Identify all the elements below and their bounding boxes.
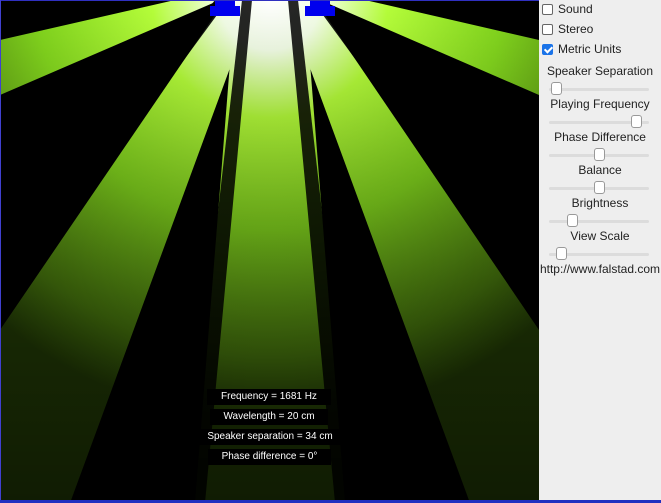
falstad-url-link[interactable]: http://www.falstad.com	[539, 262, 661, 276]
slider-track	[549, 220, 649, 223]
frequency-readout: Frequency = 1681 Hz	[207, 389, 331, 405]
slider-thumb[interactable]	[551, 82, 562, 95]
phase-difference-readout: Phase difference = 0°	[208, 449, 331, 465]
phase-difference-label: Phase Difference	[554, 130, 646, 144]
wavelength-readout: Wavelength = 20 cm	[210, 409, 328, 425]
stereo-checkbox[interactable]: Stereo	[542, 20, 593, 38]
left-speaker-icon[interactable]	[210, 0, 240, 16]
balance-slider[interactable]	[549, 180, 649, 196]
right-speaker-icon[interactable]	[305, 0, 335, 16]
canvas-border-top	[0, 0, 539, 1]
metric-units-checkbox[interactable]: Metric Units	[542, 40, 621, 58]
sound-checkbox[interactable]: Sound	[542, 0, 593, 18]
wave-field-canvas[interactable]: Frequency = 1681 Hz Wavelength = 20 cm S…	[0, 0, 539, 503]
slider-thumb[interactable]	[594, 148, 605, 161]
stereo-label: Stereo	[558, 22, 594, 36]
sound-label: Sound	[558, 2, 593, 16]
sound-checkbox-box[interactable]	[542, 3, 553, 15]
playing-frequency-slider[interactable]	[549, 114, 649, 130]
speaker-separation-label: Speaker Separation	[546, 64, 654, 78]
view-scale-label: View Scale	[570, 229, 630, 243]
slider-thumb[interactable]	[556, 247, 567, 260]
playing-frequency-label: Playing Frequency	[550, 97, 650, 111]
slider-thumb[interactable]	[594, 181, 605, 194]
control-panel: Sound Stereo Metric Units Speaker Separa…	[539, 0, 661, 500]
brightness-label: Brightness	[571, 196, 629, 210]
metric-units-label: Metric Units	[558, 42, 622, 56]
slider-thumb[interactable]	[567, 214, 578, 227]
stereo-checkbox-box[interactable]	[542, 23, 553, 35]
interference-pattern	[0, 0, 539, 503]
view-scale-slider[interactable]	[549, 246, 649, 262]
metric-units-checkbox-box[interactable]	[542, 43, 553, 55]
speaker-separation-slider[interactable]	[549, 81, 649, 97]
brightness-slider[interactable]	[549, 213, 649, 229]
slider-thumb[interactable]	[631, 115, 642, 128]
phase-difference-slider[interactable]	[549, 147, 649, 163]
speaker-separation-readout: Speaker separation = 34 cm	[191, 429, 349, 445]
canvas-border-left	[0, 0, 1, 503]
slider-track	[549, 88, 649, 91]
balance-label: Balance	[578, 163, 622, 177]
